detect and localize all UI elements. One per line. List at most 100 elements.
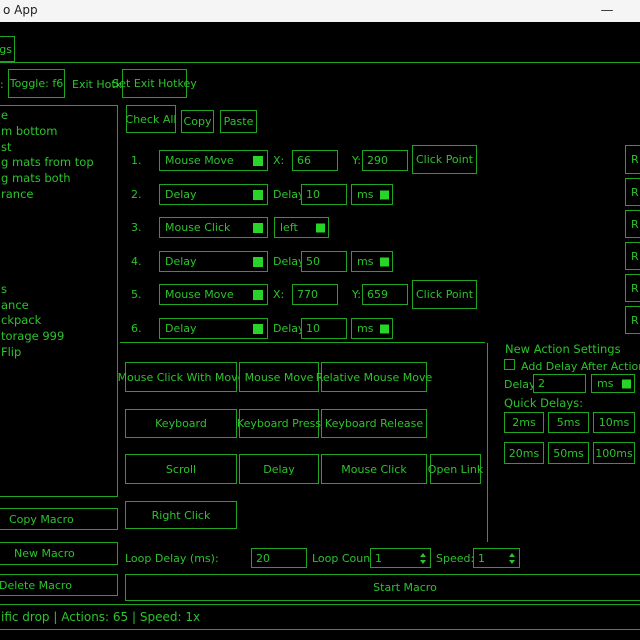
- y-label: Y:: [352, 288, 361, 301]
- remove-action-button[interactable]: R: [625, 274, 640, 302]
- list-item[interactable]: m bottom: [1, 124, 117, 140]
- list-item[interactable]: st: [1, 140, 117, 156]
- remove-action-button[interactable]: R: [625, 145, 640, 174]
- start-macro-button[interactable]: Start Macro: [125, 574, 640, 601]
- action-type-value: Delay: [165, 322, 197, 335]
- copy-macro-button[interactable]: Copy Macro: [0, 508, 118, 530]
- remove-action-button[interactable]: R: [625, 210, 640, 238]
- list-item[interactable]: s: [1, 282, 117, 298]
- add-keyboard-press-button[interactable]: Keyboard Press: [239, 409, 319, 438]
- delay-label: Delay: [273, 255, 305, 268]
- remove-action-button[interactable]: R: [625, 242, 640, 270]
- x-input[interactable]: [292, 150, 338, 171]
- loop-count-stepper[interactable]: 1: [370, 548, 431, 568]
- quick-delay-5ms-button[interactable]: 5ms: [548, 412, 589, 433]
- action-type-dropdown[interactable]: Delay: [159, 251, 268, 272]
- list-item[interactable]: g mats both: [1, 171, 117, 187]
- dropdown-indicator-icon: [253, 223, 263, 233]
- list-item[interactable]: rance: [1, 187, 117, 203]
- stepper-arrows-icon[interactable]: [509, 549, 515, 567]
- stepper-arrows-icon[interactable]: [420, 549, 426, 567]
- add-mouse-click-with-move-button[interactable]: Mouse Click With Move: [125, 362, 237, 392]
- add-delay-after-action-label: Add Delay After Action: [521, 360, 640, 373]
- add-keyboard-button[interactable]: Keyboard: [125, 409, 237, 438]
- action-type-dropdown[interactable]: Mouse Move: [159, 150, 268, 171]
- list-item[interactable]: ance: [1, 298, 117, 314]
- add-right-click-button[interactable]: Right Click: [125, 501, 237, 529]
- mouse-button-dropdown[interactable]: left: [274, 217, 329, 238]
- action-type-dropdown[interactable]: Delay: [159, 318, 268, 339]
- add-scroll-button[interactable]: Scroll: [125, 454, 237, 484]
- macro-listbox[interactable]: e m bottom st g mats from top g mats bot…: [0, 105, 118, 497]
- list-item[interactable]: ckpack: [1, 313, 117, 329]
- y-input[interactable]: [362, 284, 408, 305]
- quick-delay-100ms-button[interactable]: 100ms: [593, 442, 635, 464]
- remove-action-button[interactable]: R: [625, 306, 640, 334]
- quick-delay-50ms-button[interactable]: 50ms: [548, 442, 589, 464]
- loop-delay-input[interactable]: [251, 548, 307, 568]
- list-item[interactable]: [1, 219, 117, 235]
- action-list-bottom-divider: [120, 342, 485, 343]
- minimize-icon[interactable]: —: [598, 1, 616, 19]
- mouse-button-value: left: [280, 221, 298, 234]
- action-type-dropdown[interactable]: Delay: [159, 184, 268, 205]
- copy-button[interactable]: Copy: [181, 110, 214, 133]
- action-type-dropdown[interactable]: Mouse Click: [159, 217, 268, 238]
- y-label: Y:: [352, 154, 361, 167]
- list-item[interactable]: [1, 234, 117, 250]
- add-open-link-button[interactable]: Open Link: [430, 454, 481, 484]
- click-point-button[interactable]: Click Point: [412, 145, 477, 174]
- loop-count-value: 1: [375, 552, 382, 565]
- dropdown-indicator-icon: [253, 290, 263, 300]
- delete-macro-button[interactable]: Delete Macro: [0, 574, 118, 596]
- click-point-button[interactable]: Click Point: [412, 280, 477, 309]
- set-exit-hotkey-button[interactable]: Set Exit Hotkey: [122, 69, 187, 98]
- unit-dropdown[interactable]: ms: [351, 184, 393, 205]
- delay-input[interactable]: [301, 318, 347, 339]
- dropdown-indicator-icon: [622, 379, 631, 388]
- x-input[interactable]: [292, 284, 338, 305]
- dropdown-indicator-icon: [316, 223, 325, 232]
- add-delay-after-action-checkbox[interactable]: [504, 359, 515, 370]
- menu-tab-settings[interactable]: gs: [0, 36, 15, 62]
- action-type-value: Delay: [165, 255, 197, 268]
- delay-input[interactable]: [301, 184, 347, 205]
- delay-input[interactable]: [301, 251, 347, 272]
- dropdown-indicator-icon: [380, 324, 389, 333]
- quick-delay-2ms-button[interactable]: 2ms: [504, 412, 544, 433]
- list-item[interactable]: [1, 203, 117, 219]
- action-number: 6.: [131, 322, 142, 335]
- paste-button[interactable]: Paste: [220, 110, 257, 133]
- settings-delay-input[interactable]: [533, 374, 586, 393]
- list-item[interactable]: e: [1, 108, 117, 124]
- y-input[interactable]: [362, 150, 408, 171]
- check-all-button[interactable]: Check All: [126, 105, 176, 133]
- add-delay-button[interactable]: Delay: [239, 454, 319, 484]
- speed-stepper[interactable]: 1: [473, 548, 520, 568]
- list-item[interactable]: [1, 250, 117, 266]
- list-item[interactable]: Flip: [1, 345, 117, 361]
- new-macro-button[interactable]: New Macro: [0, 542, 118, 565]
- add-mouse-move-button[interactable]: Mouse Move: [239, 362, 319, 392]
- remove-action-button[interactable]: R: [625, 178, 640, 206]
- dropdown-indicator-icon: [253, 156, 263, 166]
- list-item[interactable]: torage 999: [1, 329, 117, 345]
- action-type-dropdown[interactable]: Mouse Move: [159, 284, 268, 305]
- quick-delay-20ms-button[interactable]: 20ms: [504, 442, 544, 464]
- add-mouse-click-button[interactable]: Mouse Click: [321, 454, 427, 484]
- unit-dropdown[interactable]: ms: [351, 251, 393, 272]
- toggle-hotkey-button[interactable]: Toggle: f6: [8, 69, 65, 98]
- dropdown-indicator-icon: [380, 257, 389, 266]
- app-window: o App — gs : Toggle: f6 Exit Hotkey: Set…: [0, 0, 640, 640]
- list-item[interactable]: g mats from top: [1, 155, 117, 171]
- add-keyboard-release-button[interactable]: Keyboard Release: [321, 409, 427, 438]
- dropdown-indicator-icon: [253, 257, 263, 267]
- add-relative-mouse-move-button[interactable]: Relative Mouse Move: [321, 362, 427, 392]
- quick-delay-10ms-button[interactable]: 10ms: [593, 412, 635, 433]
- titlebar: o App —: [0, 0, 640, 22]
- list-item[interactable]: [1, 266, 117, 282]
- unit-dropdown[interactable]: ms: [351, 318, 393, 339]
- settings-unit-dropdown[interactable]: ms: [591, 374, 635, 393]
- delay-label: Delay: [273, 322, 305, 335]
- action-type-value: Delay: [165, 188, 197, 201]
